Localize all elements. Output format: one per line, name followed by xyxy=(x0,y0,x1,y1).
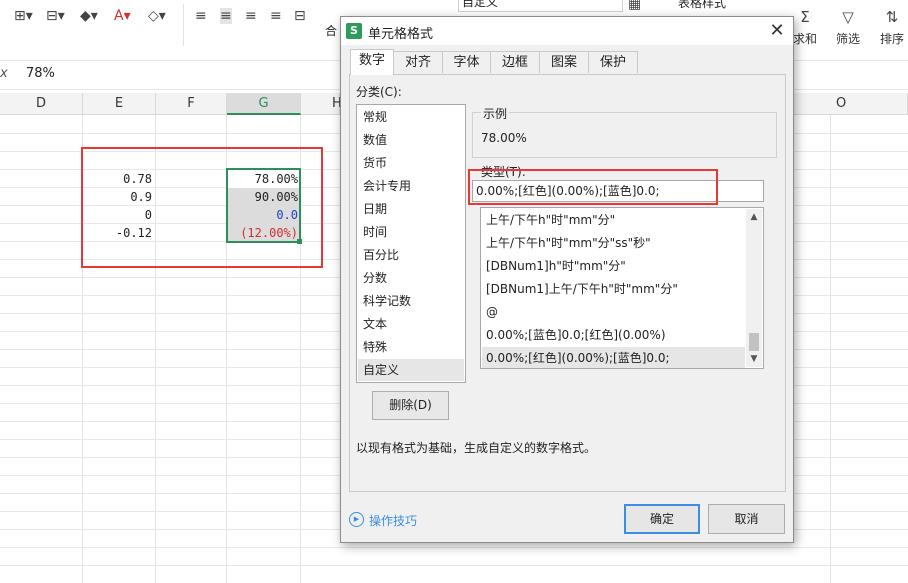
distributed-icon[interactable]: ⊟ xyxy=(294,8,306,24)
filter-icon: ▽ xyxy=(842,8,854,26)
scroll-down-icon[interactable]: ▼ xyxy=(746,351,762,367)
ok-button[interactable]: 确定 xyxy=(624,504,700,534)
close-icon[interactable]: ✕ xyxy=(767,21,787,41)
table-style-button[interactable]: 表格样式 xyxy=(678,0,726,11)
sort-label: 排序 xyxy=(880,32,905,46)
cancel-button[interactable]: 取消 xyxy=(708,504,785,534)
align-center-icon[interactable]: ≡ xyxy=(220,8,232,24)
column-header-e[interactable]: E xyxy=(83,93,156,115)
category-item[interactable]: 会计专用 xyxy=(358,175,464,197)
play-icon[interactable]: ▶ xyxy=(349,512,364,527)
category-item-selected[interactable]: 自定义 xyxy=(358,359,464,381)
tab-font[interactable]: 字体 xyxy=(442,51,491,73)
format-item[interactable]: [DBNum1]h"时"mm"分" xyxy=(482,255,745,278)
highlight-box-cells xyxy=(81,147,323,268)
conditional-format-icon[interactable]: ▦ xyxy=(628,0,641,12)
merge-button[interactable]: 合 xyxy=(325,22,337,39)
scroll-up-icon[interactable]: ▲ xyxy=(746,209,762,225)
sort-icon: ⇅ xyxy=(885,8,899,26)
justify-icon[interactable]: ≡ xyxy=(270,8,282,24)
dialog-title: 单元格格式 xyxy=(368,27,434,42)
column-header-h[interactable]: H xyxy=(301,93,342,115)
category-item[interactable]: 货币 xyxy=(358,152,464,174)
fill-format-icon[interactable]: ⊟▾ xyxy=(46,8,65,24)
tab-alignment[interactable]: 对齐 xyxy=(393,51,443,73)
tab-pattern[interactable]: 图案 xyxy=(539,51,589,73)
tab-protection[interactable]: 保护 xyxy=(588,51,638,73)
sort-button[interactable]: ⇅ 排序 xyxy=(880,6,904,46)
clear-format-icon[interactable]: ◇▾ xyxy=(148,8,166,24)
filter-label: 筛选 xyxy=(836,32,861,46)
column-header-o[interactable]: O xyxy=(794,93,908,115)
fill-color-icon[interactable]: ◆▾ xyxy=(80,8,98,24)
category-item[interactable]: 科学记数 xyxy=(358,290,464,312)
scroll-thumb[interactable] xyxy=(749,333,759,351)
category-label: 分类(C): xyxy=(356,85,402,99)
format-item[interactable]: @ xyxy=(482,301,745,324)
category-item[interactable]: 日期 xyxy=(358,198,464,220)
delete-button[interactable]: 删除(D) xyxy=(372,391,449,420)
format-list[interactable]: 上午/下午h"时"mm"分" 上午/下午h"时"mm"分"ss"秒" [DBNu… xyxy=(480,207,764,369)
align-right-icon[interactable]: ≡ xyxy=(245,8,257,24)
category-item[interactable]: 特殊 xyxy=(358,336,464,358)
format-cells-dialog: S 单元格格式 ✕ 数字 对齐 字体 边框 图案 保护 分类(C): 常规 数值… xyxy=(340,16,794,543)
ribbon-separator xyxy=(183,4,184,46)
grid-line xyxy=(0,547,908,548)
tab-number[interactable]: 数字 xyxy=(350,49,394,75)
tips-link[interactable]: 操作技巧 xyxy=(369,512,417,529)
highlight-box-type xyxy=(468,169,718,205)
grid-line xyxy=(0,565,908,566)
font-color-icon[interactable]: A▾ xyxy=(114,8,131,24)
border-icon[interactable]: ⊞▾ xyxy=(14,8,33,24)
format-item-selected[interactable]: 0.00%;[红色](0.00%);[蓝色]0.0; xyxy=(482,347,745,368)
category-list[interactable]: 常规 数值 货币 会计专用 日期 时间 百分比 分数 科学记数 文本 特殊 自定… xyxy=(356,104,466,383)
category-item[interactable]: 时间 xyxy=(358,221,464,243)
format-item[interactable]: 0.00%;[蓝色]0.0;[红色](0.00%) xyxy=(482,324,745,347)
dialog-title-bar[interactable]: S 单元格格式 ✕ xyxy=(341,17,793,45)
wps-logo-icon: S xyxy=(346,23,362,39)
sample-label: 示例 xyxy=(481,105,510,122)
column-header-d[interactable]: D xyxy=(0,93,83,115)
formula-input[interactable]: 78% xyxy=(26,66,55,81)
format-item[interactable]: [DBNum1]上午/下午h"时"mm"分" xyxy=(482,278,745,301)
align-left-icon[interactable]: ≡ xyxy=(195,8,207,24)
filter-button[interactable]: ▽ 筛选 xyxy=(836,6,860,46)
category-item[interactable]: 分数 xyxy=(358,267,464,289)
category-item[interactable]: 常规 xyxy=(358,106,464,128)
sample-value: 78.00% xyxy=(481,131,527,145)
format-list-scrollbar[interactable]: ▲ ▼ xyxy=(746,209,762,367)
format-description: 以现有格式为基础，生成自定义的数字格式。 xyxy=(356,441,597,455)
sum-button[interactable]: Σ 求和 xyxy=(793,6,817,46)
number-format-select[interactable]: 自定义 xyxy=(458,0,623,12)
format-item[interactable]: 上午/下午h"时"mm"分"ss"秒" xyxy=(482,232,745,255)
tab-border[interactable]: 边框 xyxy=(490,51,540,73)
column-header-f[interactable]: F xyxy=(156,93,227,115)
fx-icon[interactable]: x xyxy=(0,66,8,81)
sum-icon: Σ xyxy=(800,8,810,26)
format-item[interactable]: 上午/下午h"时"mm"分" xyxy=(482,209,745,232)
sum-label: 求和 xyxy=(793,32,818,46)
category-item[interactable]: 数值 xyxy=(358,129,464,151)
column-header-g[interactable]: G xyxy=(227,93,301,115)
category-item[interactable]: 文本 xyxy=(358,313,464,335)
category-item[interactable]: 百分比 xyxy=(358,244,464,266)
